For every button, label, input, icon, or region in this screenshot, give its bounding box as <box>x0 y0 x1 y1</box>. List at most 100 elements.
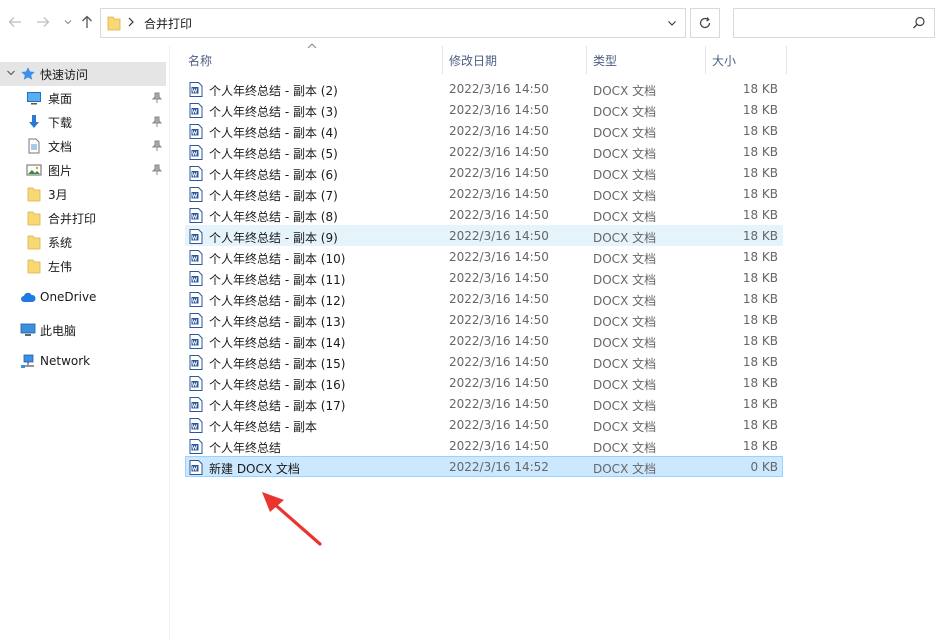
file-type: DOCX 文档 <box>593 147 657 161</box>
column-header-type[interactable]: 类型 <box>587 46 706 74</box>
address-bar[interactable]: 合并打印 <box>100 8 686 38</box>
word-document-icon <box>189 334 203 349</box>
nav-label: 下载 <box>48 116 73 130</box>
pin-icon[interactable] <box>152 116 162 128</box>
file-type: DOCX 文档 <box>593 273 657 287</box>
address-dropdown-icon[interactable] <box>667 18 677 28</box>
file-row[interactable]: 个人年终总结 - 副本 (9) 2022/3/16 14:50 DOCX 文档 18 … <box>185 225 783 246</box>
file-row[interactable]: 个人年终总结 - 副本 (2) 2022/3/16 14:50 DOCX 文档 18 … <box>185 78 783 99</box>
address-toolbar: 合并打印 <box>0 0 950 46</box>
file-row[interactable]: 个人年终总结 - 副本 (5) 2022/3/16 14:50 DOCX 文档 18 … <box>185 141 783 162</box>
file-size: 18 KB <box>742 145 778 159</box>
file-date: 2022/3/16 14:50 <box>449 355 549 369</box>
up-button[interactable] <box>77 12 97 32</box>
file-date: 2022/3/16 14:50 <box>449 313 549 327</box>
nav-label: OneDrive <box>40 290 97 304</box>
file-name: 个人年终总结 - 副本 (16) <box>209 378 346 392</box>
nav-quick-access[interactable]: 快速访问 <box>0 62 166 86</box>
file-row[interactable]: 个人年终总结 - 副本 (11) 2022/3/16 14:50 DOCX 文档 18… <box>185 267 783 288</box>
star-icon <box>21 67 35 80</box>
file-row[interactable]: 个人年终总结 - 副本 (13) 2022/3/16 14:50 DOCX 文档 18… <box>185 309 783 330</box>
nav-this-pc[interactable]: 此电脑 <box>0 318 166 342</box>
file-date: 2022/3/16 14:50 <box>449 271 549 285</box>
back-button[interactable] <box>5 12 25 32</box>
file-row[interactable]: 个人年终总结 - 副本 (12) 2022/3/16 14:50 DOCX 文档 18… <box>185 288 783 309</box>
forward-button[interactable] <box>33 12 53 32</box>
file-type: DOCX 文档 <box>593 315 657 329</box>
file-row[interactable]: 个人年终总结 - 副本 (15) 2022/3/16 14:50 DOCX 文档 18… <box>185 351 783 372</box>
file-name: 个人年终总结 - 副本 (15) <box>209 357 346 371</box>
folder-icon <box>27 235 41 250</box>
nav-network[interactable]: Network <box>0 350 166 374</box>
pin-icon[interactable] <box>152 92 162 104</box>
file-date: 2022/3/16 14:50 <box>449 82 549 96</box>
refresh-button[interactable] <box>690 8 720 38</box>
file-type: DOCX 文档 <box>593 231 657 245</box>
breadcrumb-chevron-icon <box>128 17 134 27</box>
column-header-label: 修改日期 <box>449 53 498 68</box>
word-document-icon <box>189 355 203 370</box>
word-document-icon <box>189 103 203 118</box>
nav-label: 快速访问 <box>40 68 89 82</box>
nav-item-documents[interactable]: 文档 <box>0 134 166 158</box>
file-row[interactable]: 个人年终总结 2022/3/16 14:50 DOCX 文档 18 KB <box>185 435 783 456</box>
file-row[interactable]: 个人年终总结 - 副本 (4) 2022/3/16 14:50 DOCX 文档 18 … <box>185 120 783 141</box>
file-type: DOCX 文档 <box>593 84 657 98</box>
nav-onedrive[interactable]: OneDrive <box>0 286 166 310</box>
word-document-icon <box>189 124 203 139</box>
file-row[interactable]: 新建 DOCX 文档 2022/3/16 14:52 DOCX 文档 0 KB <box>185 456 783 477</box>
file-name: 个人年终总结 - 副本 (13) <box>209 315 346 329</box>
file-size: 0 KB <box>750 460 778 474</box>
file-type: DOCX 文档 <box>593 189 657 203</box>
file-row[interactable]: 个人年终总结 - 副本 2022/3/16 14:50 DOCX 文档 18 KB <box>185 414 783 435</box>
file-name: 新建 DOCX 文档 <box>209 462 300 476</box>
file-name: 个人年终总结 - 副本 (14) <box>209 336 346 350</box>
column-header-size[interactable]: 大小 <box>706 46 787 74</box>
column-header-name[interactable]: 名称 <box>182 46 443 74</box>
nav-label: 文档 <box>48 140 73 154</box>
file-row[interactable]: 个人年终总结 - 副本 (8) 2022/3/16 14:50 DOCX 文档 18 … <box>185 204 783 225</box>
file-row[interactable]: 个人年终总结 - 副本 (14) 2022/3/16 14:50 DOCX 文档 18… <box>185 330 783 351</box>
word-document-icon <box>189 460 203 475</box>
nav-label: 桌面 <box>48 92 73 106</box>
refresh-icon <box>699 17 711 29</box>
file-date: 2022/3/16 14:50 <box>449 187 549 201</box>
pin-icon[interactable] <box>152 164 162 176</box>
file-name: 个人年终总结 - 副本 (12) <box>209 294 346 308</box>
nav-item-folder[interactable]: 3月 <box>0 182 166 206</box>
file-name: 个人年终总结 - 副本 (11) <box>209 273 346 287</box>
nav-label: 左伟 <box>48 260 73 274</box>
nav-item-pictures[interactable]: 图片 <box>0 158 166 182</box>
column-header-date[interactable]: 修改日期 <box>443 46 587 74</box>
file-name: 个人年终总结 - 副本 (17) <box>209 399 346 413</box>
search-box[interactable] <box>733 8 935 38</box>
file-row[interactable]: 个人年终总结 - 副本 (7) 2022/3/16 14:50 DOCX 文档 18 … <box>185 183 783 204</box>
word-document-icon <box>189 187 203 202</box>
file-name: 个人年终总结 - 副本 <box>209 420 317 434</box>
file-row[interactable]: 个人年终总结 - 副本 (17) 2022/3/16 14:50 DOCX 文档 18… <box>185 393 783 414</box>
breadcrumb-current[interactable]: 合并打印 <box>144 15 192 32</box>
file-date: 2022/3/16 14:50 <box>449 376 549 390</box>
folder-icon <box>27 187 41 202</box>
recent-locations-button[interactable] <box>58 12 78 32</box>
nav-item-downloads[interactable]: 下载 <box>0 110 166 134</box>
file-row[interactable]: 个人年终总结 - 副本 (16) 2022/3/16 14:50 DOCX 文档 18… <box>185 372 783 393</box>
annotation-arrow <box>262 492 322 546</box>
file-row[interactable]: 个人年终总结 - 副本 (6) 2022/3/16 14:50 DOCX 文档 18 … <box>185 162 783 183</box>
word-document-icon <box>189 376 203 391</box>
file-name: 个人年终总结 - 副本 (4) <box>209 126 338 140</box>
nav-item-folder[interactable]: 合并打印 <box>0 206 166 230</box>
file-name: 个人年终总结 - 副本 (3) <box>209 105 338 119</box>
word-document-icon <box>189 166 203 181</box>
file-size: 18 KB <box>742 166 778 180</box>
nav-item-desktop[interactable]: 桌面 <box>0 86 166 110</box>
nav-item-folder[interactable]: 左伟 <box>0 254 166 278</box>
file-date: 2022/3/16 14:50 <box>449 166 549 180</box>
nav-item-folder[interactable]: 系统 <box>0 230 166 254</box>
pin-icon[interactable] <box>152 140 162 152</box>
file-row[interactable]: 个人年终总结 - 副本 (10) 2022/3/16 14:50 DOCX 文档 18… <box>185 246 783 267</box>
file-type: DOCX 文档 <box>593 168 657 182</box>
word-document-icon <box>189 418 203 433</box>
file-row[interactable]: 个人年终总结 - 副本 (3) 2022/3/16 14:50 DOCX 文档 18 … <box>185 99 783 120</box>
file-date: 2022/3/16 14:50 <box>449 418 549 432</box>
